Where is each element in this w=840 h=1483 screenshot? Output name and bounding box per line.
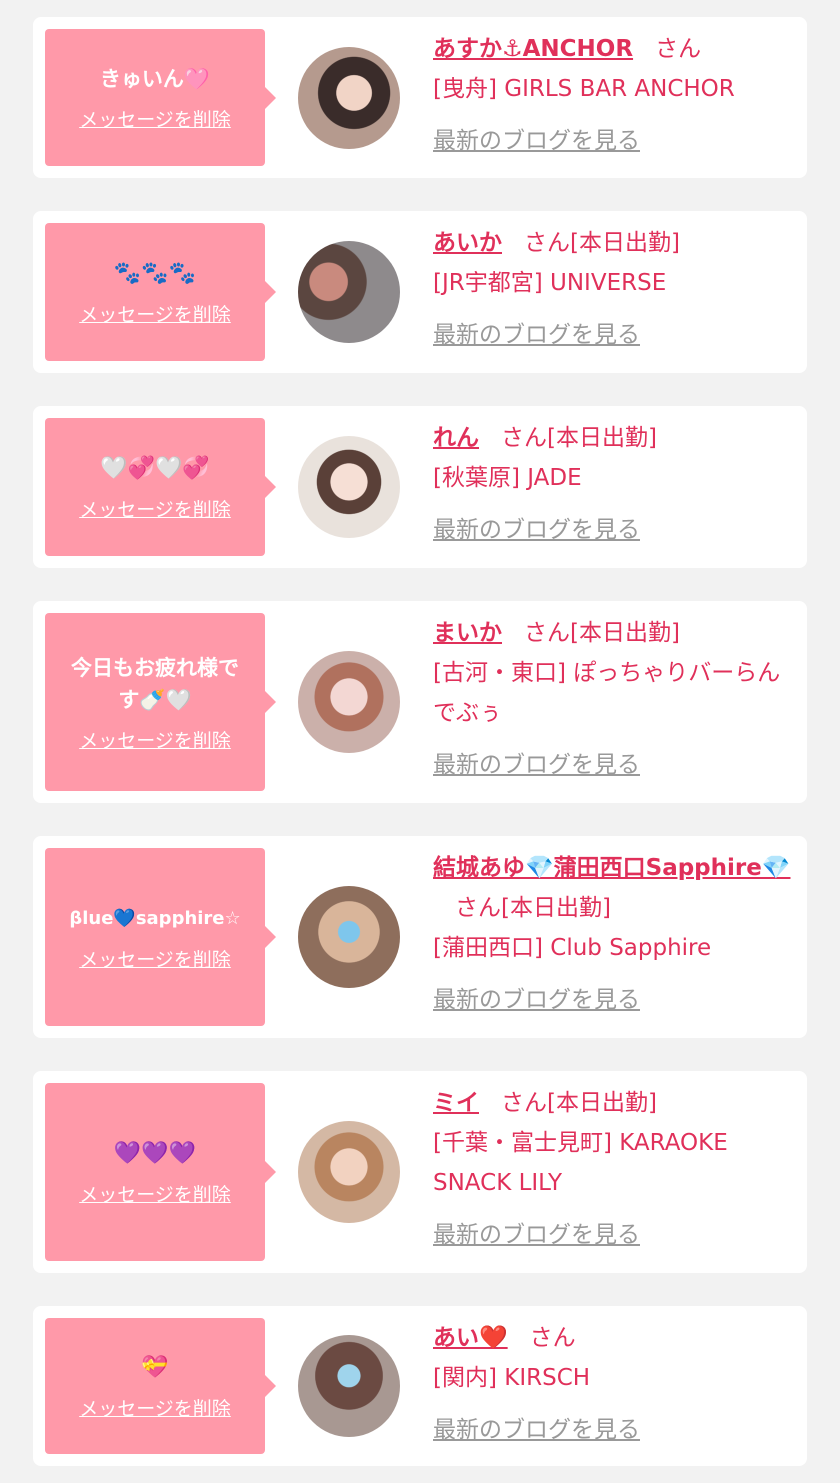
message-bubble: 🐾🐾🐾 メッセージを削除 <box>45 223 276 361</box>
latest-blog-link[interactable]: 最新のブログを見る <box>433 510 640 550</box>
shop-name: [秋葉原] JADE <box>433 465 582 491</box>
honorific: さん <box>455 895 501 921</box>
honorific: さん <box>655 36 702 62</box>
cast-name-link[interactable]: あいか <box>433 230 502 256</box>
message-bubble: 🤍💞🤍💞 メッセージを削除 <box>45 418 276 556</box>
avatar[interactable] <box>298 47 400 149</box>
avatar[interactable] <box>298 886 400 988</box>
shop-name: [千葉・富士見町] KARAOKE SNACK LILY <box>433 1130 728 1196</box>
cast-name-link[interactable]: まいか <box>433 620 502 646</box>
profile-info: あいか さん[本日出勤] [JR宇都宮] UNIVERSE 最新のブログを見る <box>433 223 793 355</box>
delete-message-link[interactable]: メッセージを削除 <box>79 1394 231 1421</box>
shop-name: [古河・東口] ぽっちゃりバーらんでぶぅ <box>433 660 781 726</box>
honorific: さん <box>529 1325 576 1351</box>
favorite-card: βlue💙sapphire☆ メッセージを削除 結城あゆ💎蒲田西口Sapphir… <box>33 836 807 1038</box>
delete-message-link[interactable]: メッセージを削除 <box>79 105 231 132</box>
message-text: 🤍💞🤍💞 <box>100 455 210 481</box>
latest-blog-link[interactable]: 最新のブログを見る <box>433 980 640 1020</box>
attendance-status: [本日出勤] <box>547 425 657 451</box>
latest-blog-link[interactable]: 最新のブログを見る <box>433 1410 640 1450</box>
latest-blog-link[interactable]: 最新のブログを見る <box>433 315 640 355</box>
attendance-status: [本日出勤] <box>501 895 611 921</box>
delete-message-link[interactable]: メッセージを削除 <box>79 945 231 972</box>
message-bubble: 💝 メッセージを削除 <box>45 1318 276 1454</box>
cast-name-link[interactable]: ミイ <box>433 1090 479 1116</box>
attendance-status: [本日出勤] <box>570 230 680 256</box>
shop-name: [蒲田西口] Club Sapphire <box>433 935 712 961</box>
favorite-card: きゅいん🩷 メッセージを削除 あすか⚓ANCHOR さん [曳舟] GIRLS B… <box>33 17 807 178</box>
delete-message-link[interactable]: メッセージを削除 <box>79 300 231 327</box>
message-text: 🐾🐾🐾 <box>113 260 197 286</box>
favorite-card: 💝 メッセージを削除 あい❤️ さん [関内] KIRSCH 最新のブログを見る <box>33 1306 807 1466</box>
message-bubble: 今日もお疲れ様で す🍼🤍 メッセージを削除 <box>45 613 276 791</box>
profile-info: ミイ さん[本日出勤] [千葉・富士見町] KARAOKE SNACK LILY … <box>433 1083 793 1255</box>
favorite-card: 🐾🐾🐾 メッセージを削除 あいか さん[本日出勤] [JR宇都宮] UNIVERS… <box>33 211 807 373</box>
favorite-card: 💜💜💜 メッセージを削除 ミイ さん[本日出勤] [千葉・富士見町] KARAOK… <box>33 1071 807 1273</box>
message-text: βlue💙sapphire☆ <box>69 907 241 929</box>
attendance-status: [本日出勤] <box>570 620 680 646</box>
message-bubble: 💜💜💜 メッセージを削除 <box>45 1083 276 1261</box>
latest-blog-link[interactable]: 最新のブログを見る <box>433 745 640 785</box>
attendance-status: [本日出勤] <box>547 1090 657 1116</box>
profile-info: あすか⚓ANCHOR さん [曳舟] GIRLS BAR ANCHOR 最新のブロ… <box>433 29 793 161</box>
message-text: 今日もお疲れ様で す🍼🤍 <box>71 655 239 712</box>
profile-info: あい❤️ さん [関内] KIRSCH 最新のブログを見る <box>433 1318 793 1450</box>
honorific: さん <box>501 1090 547 1116</box>
avatar[interactable] <box>298 651 400 753</box>
cast-name-link[interactable]: あすか⚓ANCHOR <box>433 36 633 62</box>
delete-message-link[interactable]: メッセージを削除 <box>79 1180 231 1207</box>
message-text: 💜💜💜 <box>113 1140 197 1166</box>
delete-message-link[interactable]: メッセージを削除 <box>79 495 231 522</box>
cast-name-link[interactable]: 結城あゆ💎蒲田西口Sapphire💎 <box>433 855 791 881</box>
honorific: さん <box>524 230 570 256</box>
shop-name: [JR宇都宮] UNIVERSE <box>433 270 667 296</box>
shop-name: [関内] KIRSCH <box>433 1365 591 1391</box>
shop-name: [曳舟] GIRLS BAR ANCHOR <box>433 76 735 102</box>
latest-blog-link[interactable]: 最新のブログを見る <box>433 1215 640 1255</box>
cast-name-link[interactable]: あい❤️ <box>433 1325 508 1351</box>
avatar[interactable] <box>298 241 400 343</box>
message-text: きゅいん🩷 <box>99 67 211 91</box>
favorite-card: 🤍💞🤍💞 メッセージを削除 れん さん[本日出勤] [秋葉原] JADE 最新のブ… <box>33 406 807 568</box>
favorite-card: 今日もお疲れ様で す🍼🤍 メッセージを削除 まいか さん[本日出勤] [古河・東口… <box>33 601 807 803</box>
message-text: 💝 <box>141 1354 169 1380</box>
message-bubble: きゅいん🩷 メッセージを削除 <box>45 29 276 166</box>
profile-info: れん さん[本日出勤] [秋葉原] JADE 最新のブログを見る <box>433 418 793 550</box>
cast-name-link[interactable]: れん <box>433 425 479 451</box>
profile-info: 結城あゆ💎蒲田西口Sapphire💎 さん[本日出勤] [蒲田西口] Club S… <box>433 848 793 1020</box>
avatar[interactable] <box>298 1121 400 1223</box>
avatar[interactable] <box>298 1335 400 1437</box>
honorific: さん <box>501 425 547 451</box>
delete-message-link[interactable]: メッセージを削除 <box>79 726 231 753</box>
latest-blog-link[interactable]: 最新のブログを見る <box>433 121 640 161</box>
message-bubble: βlue💙sapphire☆ メッセージを削除 <box>45 848 276 1026</box>
honorific: さん <box>524 620 570 646</box>
profile-info: まいか さん[本日出勤] [古河・東口] ぽっちゃりバーらんでぶぅ 最新のブログを… <box>433 613 793 785</box>
avatar[interactable] <box>298 436 400 538</box>
